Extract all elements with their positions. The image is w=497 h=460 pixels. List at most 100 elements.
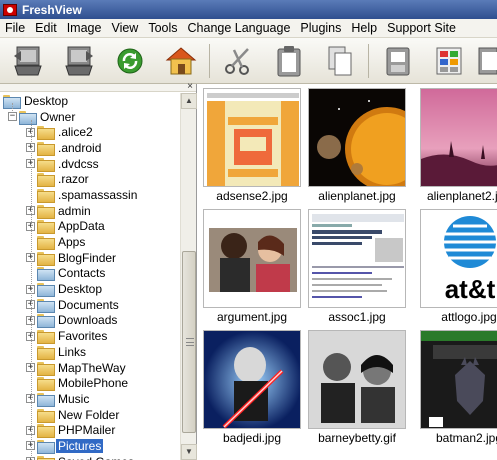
more-tools-button[interactable] xyxy=(477,41,497,81)
thumbnail-item[interactable]: badjedi.jpg xyxy=(198,326,301,447)
tree-item-label: BlogFinder xyxy=(58,250,117,265)
folder-icon xyxy=(37,188,55,203)
home-icon xyxy=(165,46,197,74)
thumbnail-item[interactable]: at&t attlogo.jpg xyxy=(415,205,497,326)
menu-tools[interactable]: Tools xyxy=(143,21,182,35)
tree-item[interactable]: + Desktop xyxy=(0,281,180,298)
folder-icon xyxy=(37,220,55,235)
thumbnail-image[interactable] xyxy=(308,209,406,308)
thumbnail-image[interactable] xyxy=(203,330,301,429)
monitor-forward-icon xyxy=(65,46,94,75)
folder-icon xyxy=(37,251,55,266)
tree-item[interactable]: New Folder xyxy=(0,407,180,423)
menu-change-language[interactable]: Change Language xyxy=(183,21,296,35)
home-button[interactable] xyxy=(158,41,203,81)
thumbnail-image[interactable]: at&t xyxy=(420,209,497,308)
tree-item-label: PHPMailer xyxy=(58,423,116,438)
tree-item-label: Contacts xyxy=(58,266,106,281)
thumbnail-filename: batman2.jpg xyxy=(435,431,497,445)
tree-item[interactable]: + MapTheWay xyxy=(0,360,180,376)
grip-icon xyxy=(186,338,194,346)
thumbnails-view-button[interactable] xyxy=(426,41,471,81)
tree-item[interactable]: .spamassassin xyxy=(0,187,180,203)
close-pane-icon[interactable]: × xyxy=(187,81,193,93)
tree-item[interactable]: + PHPMailer xyxy=(0,422,180,439)
folder-icon xyxy=(37,204,55,219)
monitor-forward-button[interactable] xyxy=(57,41,102,81)
thumbnail-image[interactable] xyxy=(203,88,301,187)
menu-plugins[interactable]: Plugins xyxy=(295,21,346,35)
refresh-button[interactable] xyxy=(108,41,153,81)
tree-item-label: Desktop xyxy=(24,93,69,108)
thumbnail-filename: assoc1.jpg xyxy=(328,310,386,324)
slideshow-button[interactable] xyxy=(375,41,420,81)
tree-item[interactable]: + AppData xyxy=(0,219,180,235)
tree-item-label: .android xyxy=(58,140,102,155)
thumbnail-item[interactable]: assoc1.jpg xyxy=(303,205,406,326)
monitor-back-icon xyxy=(14,46,43,75)
folder-icon xyxy=(37,439,55,454)
tree-item-label: Downloads xyxy=(58,313,118,328)
tree-item-label: Links xyxy=(58,344,87,359)
tree-item[interactable]: .razor xyxy=(0,171,180,188)
scroll-down-arrow[interactable]: ▼ xyxy=(181,444,197,460)
folder-icon xyxy=(37,236,55,251)
tree-item-label: admin xyxy=(58,203,91,218)
collapse-icon[interactable]: − xyxy=(8,112,17,122)
menu-edit[interactable]: Edit xyxy=(30,21,62,35)
tree-item[interactable]: + Music xyxy=(0,391,180,407)
window-title: FreshView xyxy=(22,2,82,17)
monitor-back-button[interactable] xyxy=(6,41,51,81)
tree-item[interactable]: Contacts xyxy=(0,266,180,282)
folder-icon xyxy=(37,298,55,313)
tree-item[interactable]: + Downloads xyxy=(0,313,180,329)
folder-icon xyxy=(37,157,55,172)
tree-item[interactable]: + Favorites xyxy=(0,328,180,345)
tree-item-label: Pictures xyxy=(56,438,104,453)
tree-item-label: Documents xyxy=(58,297,119,312)
thumbnail-image[interactable] xyxy=(308,330,406,429)
tree-item[interactable]: + BlogFinder xyxy=(0,250,180,266)
menu-file[interactable]: File xyxy=(0,21,30,35)
scroll-thumb[interactable] xyxy=(182,251,196,433)
menu-image[interactable]: Image xyxy=(62,21,107,35)
thumbnail-image[interactable] xyxy=(203,209,301,308)
thumbnail-item[interactable]: batman2.jpg xyxy=(415,326,497,447)
tree-item[interactable]: + .alice2 xyxy=(0,124,180,141)
tree-item[interactable]: Apps xyxy=(0,234,180,251)
tree-item[interactable]: − Owner xyxy=(0,109,180,125)
thumbnail-item[interactable]: alienplanet.jpg xyxy=(303,84,406,205)
thumbnail-image[interactable] xyxy=(420,88,497,187)
toolbar xyxy=(0,38,497,84)
svg-text:at&t: at&t xyxy=(445,274,496,304)
folder-icon xyxy=(37,361,55,376)
menu-view[interactable]: View xyxy=(106,21,143,35)
menu-help[interactable]: Help xyxy=(346,21,382,35)
tree-item[interactable]: + .android xyxy=(0,140,180,156)
cut-button[interactable] xyxy=(216,41,261,81)
thumbnail-image[interactable] xyxy=(308,88,406,187)
scroll-up-arrow[interactable]: ▲ xyxy=(181,93,197,109)
menu-bar: File Edit Image View Tools Change Language Plu… xyxy=(0,19,497,38)
tree-guide-line xyxy=(31,120,32,460)
folder-icon xyxy=(37,345,55,360)
tree-item[interactable]: + admin xyxy=(0,203,180,219)
tree-item[interactable]: + Documents xyxy=(0,297,180,313)
tree-item-label: .alice2 xyxy=(58,125,93,140)
copy-button[interactable] xyxy=(318,41,363,81)
tree-scrollbar[interactable]: ▲ ▼ xyxy=(180,93,197,460)
paste-button[interactable] xyxy=(267,41,312,81)
thumbnail-item[interactable]: adsense2.jpg xyxy=(198,84,301,205)
tree-item[interactable]: + Pictures xyxy=(0,438,180,454)
thumbnail-item[interactable]: argument.jpg xyxy=(198,205,301,326)
thumbnail-image[interactable] xyxy=(420,330,497,429)
folder-icon xyxy=(37,392,55,407)
thumbnail-item[interactable]: alienplanet2.jpg xyxy=(415,84,497,205)
tree-item[interactable]: Links xyxy=(0,344,180,360)
thumbnail-item[interactable]: barneybetty.gif xyxy=(303,326,406,447)
menu-support-site[interactable]: Support Site xyxy=(382,21,461,35)
tree-item[interactable]: +Saved Games xyxy=(0,454,180,460)
tree-item[interactable]: + .dvdcss xyxy=(0,156,180,172)
tree-item[interactable]: MobilePhone xyxy=(0,375,180,392)
tree-item[interactable]: Desktop xyxy=(0,93,180,109)
